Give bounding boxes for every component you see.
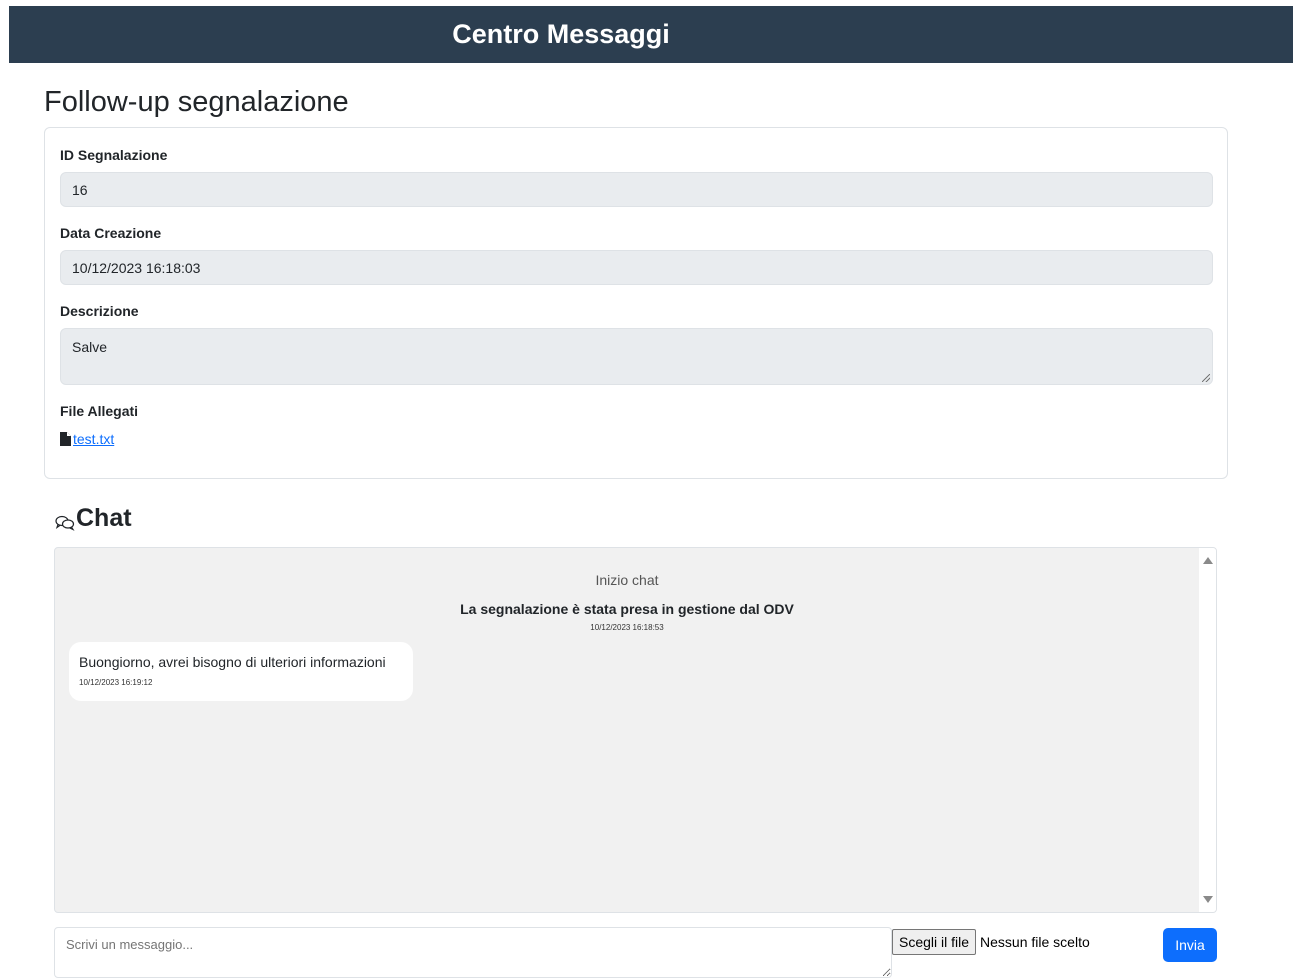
file-icon [60,432,71,446]
description-field[interactable]: Salve [60,328,1213,385]
chat-start-label: Inizio chat [595,572,659,588]
chat-bubbles-icon [55,510,75,531]
choose-file-button[interactable]: Scegli il file [892,929,977,955]
page-title: Follow-up segnalazione [44,86,349,118]
send-button[interactable]: Invia [1163,928,1217,962]
message-input[interactable] [54,927,892,978]
resize-handle-icon[interactable] [1202,374,1210,382]
file-input[interactable]: Scegli il file Nessun file scelto [892,929,1090,955]
message-time: 10/12/2023 16:19:12 [79,678,153,687]
file-status: Nessun file scelto [980,934,1090,950]
scroll-down-icon[interactable] [1203,896,1213,903]
app-header: Centro Messaggi [9,6,1293,63]
chat-title: Chat [76,504,132,532]
date-field[interactable]: 10/12/2023 16:18:03 [60,250,1213,285]
attachment-item: test.txt [60,431,114,447]
message-text: Buongiorno, avrei bisogno di ulteriori i… [79,654,386,670]
date-label: Data Creazione [60,225,162,241]
attachments-label: File Allegati [60,403,139,419]
id-field[interactable]: 16 [60,172,1213,207]
id-label: ID Segnalazione [60,147,168,163]
message-bubble: Buongiorno, avrei bisogno di ulteriori i… [69,642,413,701]
app-title: Centro Messaggi [452,19,670,49]
attachment-link[interactable]: test.txt [73,431,114,447]
report-details-card: ID Segnalazione 16 Data Creazione 10/12/… [44,127,1228,479]
chat-heading: Chat [55,504,132,533]
system-message: La segnalazione è stata presa in gestion… [460,601,794,617]
description-text: Salve [72,339,108,355]
chat-scrollbar[interactable] [1199,548,1216,912]
scroll-up-icon[interactable] [1203,557,1213,564]
chat-window[interactable]: Inizio chat La segnalazione è stata pres… [54,547,1217,913]
system-message-time: 10/12/2023 16:18:53 [590,623,664,632]
description-label: Descrizione [60,303,139,319]
